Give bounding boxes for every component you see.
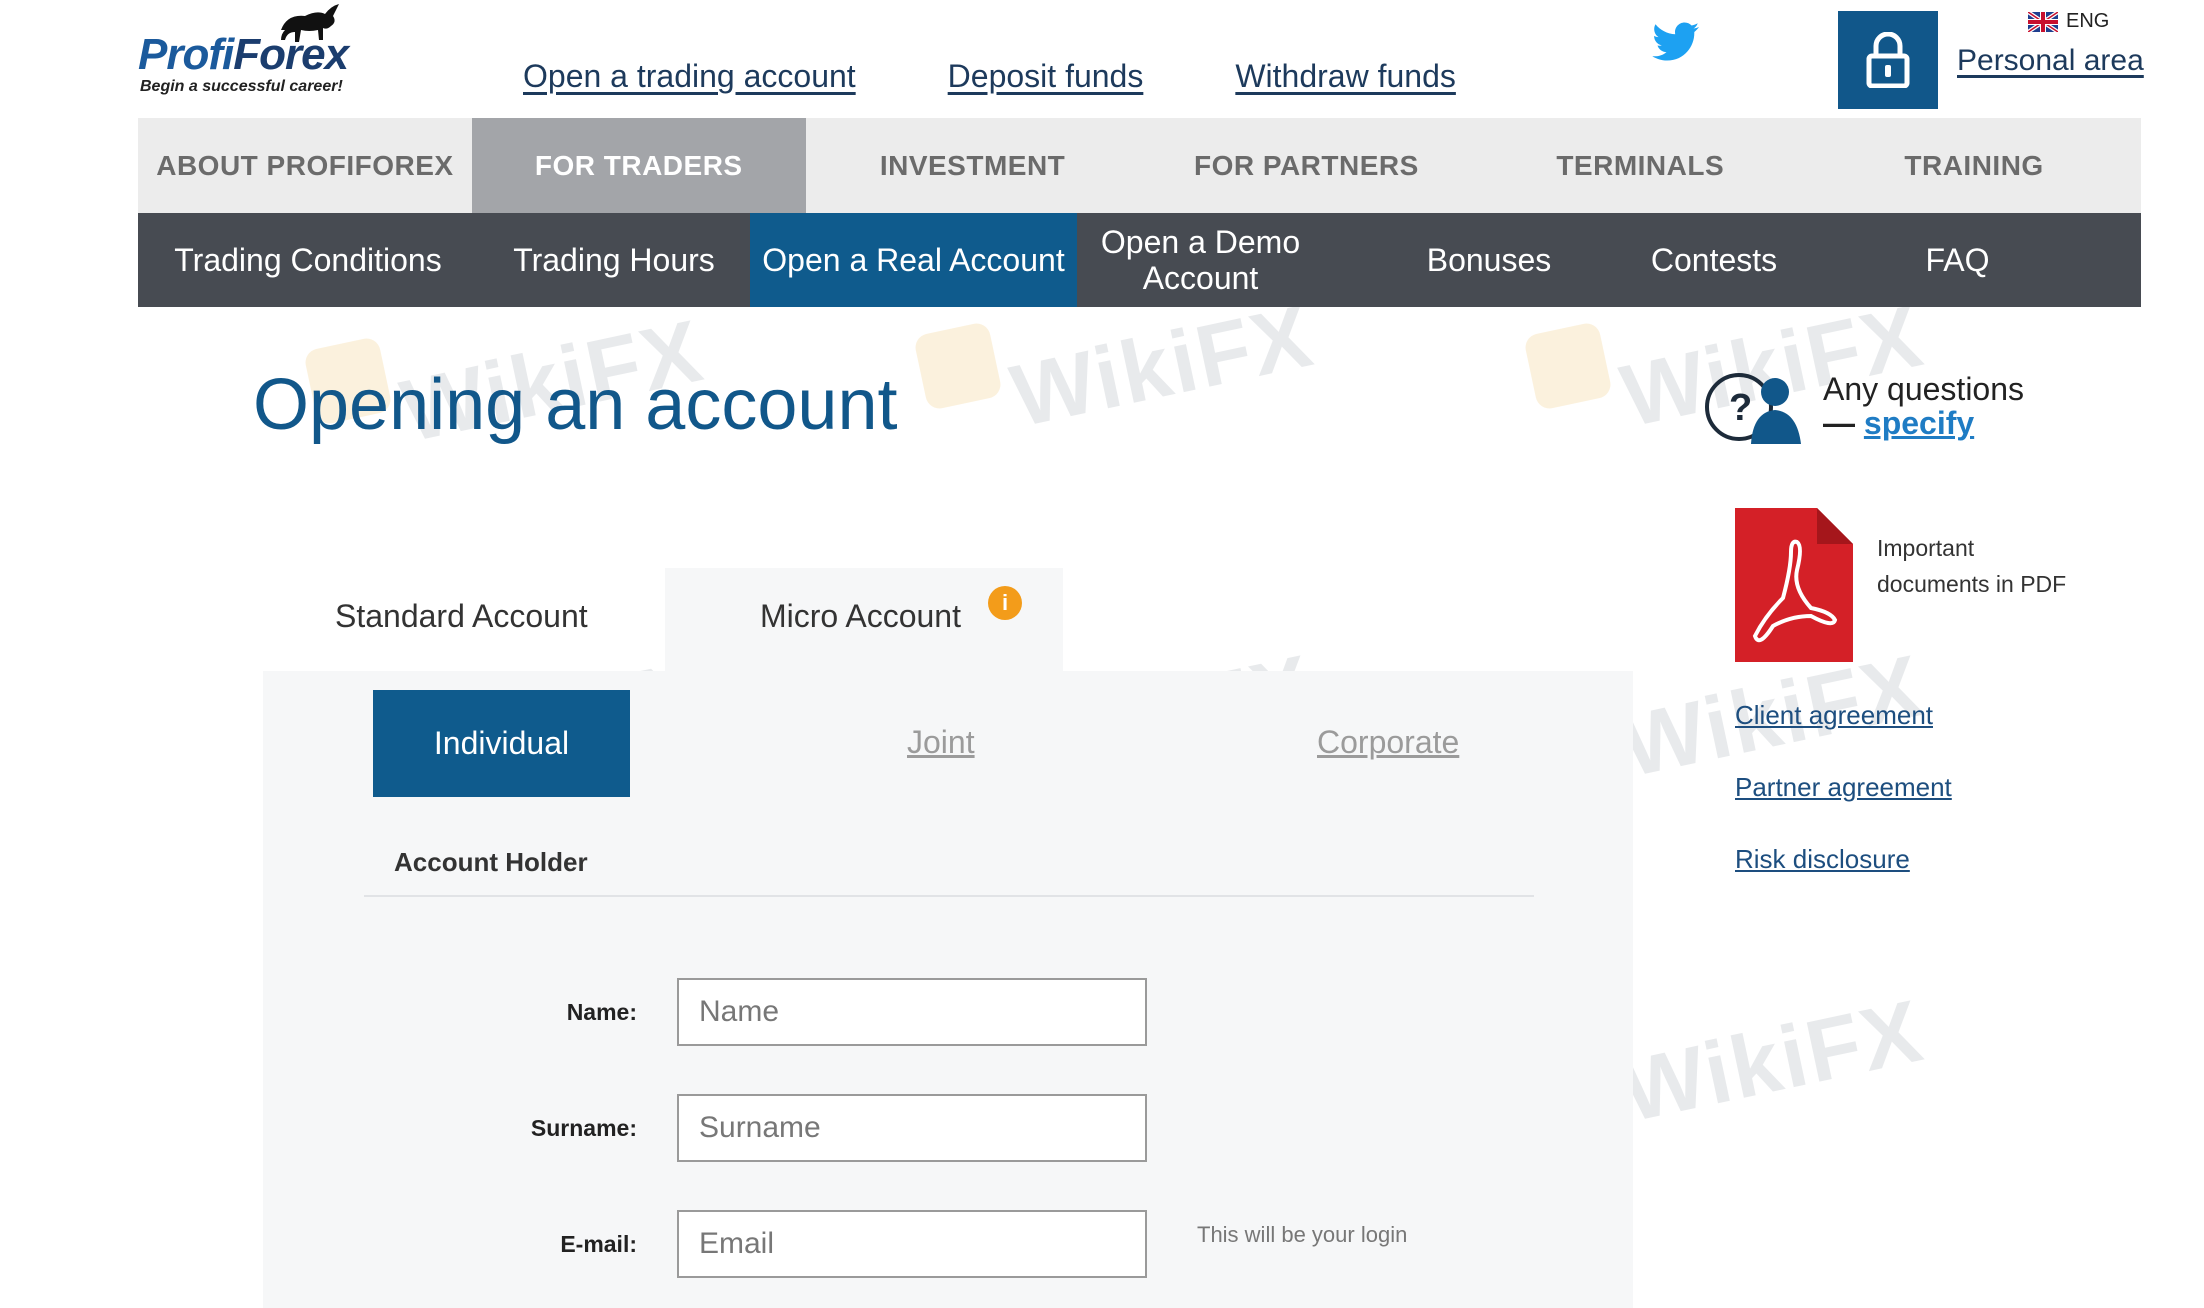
logo-word-profi: Profi — [138, 30, 234, 79]
nav-investment[interactable]: INVESTMENT — [806, 118, 1140, 213]
questions-dash: — — [1823, 405, 1855, 441]
header-links: Open a trading account Deposit funds Wit… — [523, 58, 1456, 95]
language-switcher[interactable]: ENG — [2028, 10, 2109, 33]
language-label: ENG — [2066, 10, 2110, 32]
subnav-faq[interactable]: FAQ — [1774, 213, 2141, 307]
subnav-contests[interactable]: Contests — [1651, 213, 1777, 307]
logo-word-forex: Forex — [233, 30, 349, 79]
email-hint: This will be your login — [1197, 1222, 1408, 1247]
subnav-trading-conditions[interactable]: Trading Conditions — [138, 213, 478, 307]
individual-button[interactable]: Individual — [373, 690, 630, 797]
subnav-trading-hours[interactable]: Trading Hours — [478, 213, 750, 307]
subnav-open-real-account[interactable]: Open a Real Account — [750, 213, 1077, 307]
logo-wordmark: ProfiForex — [138, 30, 349, 80]
nav-for-partners[interactable]: FOR PARTNERS — [1139, 118, 1473, 213]
open-trading-account-link[interactable]: Open a trading account — [523, 58, 856, 95]
twitter-icon[interactable] — [1652, 22, 1700, 62]
page-title: Opening an account — [253, 365, 898, 445]
watermark-logo-icon — [912, 320, 1004, 412]
site-logo[interactable]: ProfiForex Begin a successful career! — [138, 0, 349, 100]
section-divider — [364, 895, 1534, 897]
subnav-open-demo-account[interactable]: Open a Demo Account — [1077, 213, 1324, 307]
email-label: E-mail: — [560, 1231, 637, 1257]
support-question-icon: ? — [1705, 373, 1801, 444]
nav-terminals[interactable]: TERMINALS — [1473, 118, 1807, 213]
specify-link[interactable]: specify — [1864, 405, 1974, 441]
corporate-link[interactable]: Corporate — [1317, 724, 1459, 761]
pdf-caption: Important documents in PDF — [1877, 535, 2067, 597]
account-holder-heading: Account Holder — [394, 847, 588, 877]
risk-disclosure-link[interactable]: Risk disclosure — [1735, 844, 1910, 875]
subnav-bonuses[interactable]: Bonuses — [1324, 213, 1654, 307]
partner-agreement-link[interactable]: Partner agreement — [1735, 772, 1952, 803]
deposit-funds-link[interactable]: Deposit funds — [948, 58, 1144, 95]
questions-label: Any questions — [1823, 371, 2025, 407]
questions-block: Any questions — specify — [1823, 372, 2024, 440]
main-nav: ABOUT PROFIFOREX FOR TRADERS INVESTMENT … — [138, 118, 2141, 213]
info-icon[interactable]: i — [988, 586, 1022, 620]
watermark-text: WikiFX — [1612, 980, 1932, 1141]
lock-icon — [1866, 32, 1910, 88]
name-label: Name: — [566, 999, 637, 1025]
nav-for-traders[interactable]: FOR TRADERS — [471, 118, 806, 213]
watermark: WikiFX — [912, 285, 1321, 446]
personal-area-lock-button[interactable] — [1838, 11, 1938, 109]
nav-training[interactable]: TRAINING — [1807, 118, 2141, 213]
pdf-document-icon — [1735, 508, 1853, 662]
surname-input[interactable] — [677, 1094, 1147, 1162]
sub-nav: Trading Conditions Trading Hours Open a … — [138, 213, 2141, 307]
tab-micro-account[interactable]: Micro Account — [760, 598, 961, 635]
email-input[interactable] — [677, 1210, 1147, 1278]
watermark-logo-icon — [1522, 320, 1614, 412]
personal-area-link[interactable]: Personal area — [1957, 44, 2144, 78]
watermark-text: WikiFX — [1002, 285, 1322, 446]
surname-label: Surname: — [530, 1115, 637, 1141]
tab-standard-account[interactable]: Standard Account — [335, 598, 588, 635]
withdraw-funds-link[interactable]: Withdraw funds — [1235, 58, 1456, 95]
logo-tagline: Begin a successful career! — [140, 78, 343, 95]
name-input[interactable] — [677, 978, 1147, 1046]
client-agreement-link[interactable]: Client agreement — [1735, 700, 1933, 731]
svg-text:?: ? — [1729, 387, 1752, 429]
joint-link[interactable]: Joint — [907, 724, 975, 761]
uk-flag-icon — [2028, 11, 2058, 32]
nav-about[interactable]: ABOUT PROFIFOREX — [138, 118, 472, 213]
